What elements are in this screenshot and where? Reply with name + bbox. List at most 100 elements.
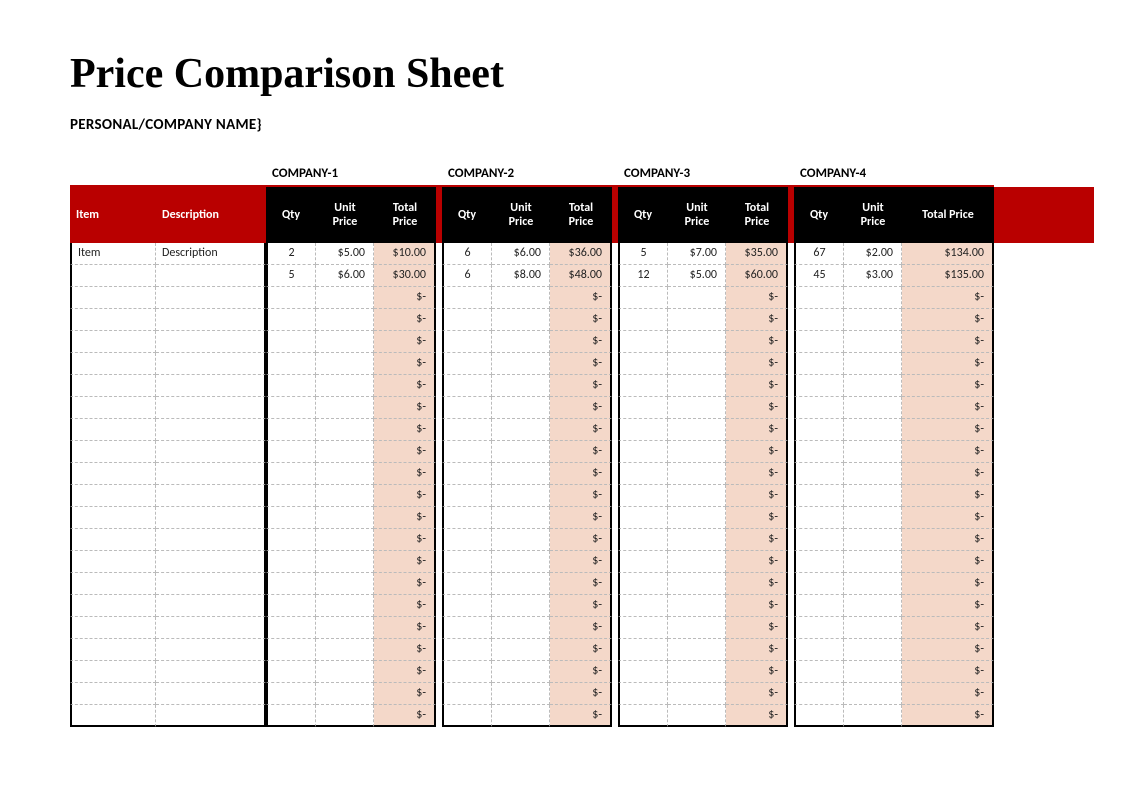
cell-qty[interactable] bbox=[442, 661, 492, 683]
cell-qty[interactable] bbox=[266, 419, 316, 441]
cell-qty[interactable] bbox=[794, 683, 844, 705]
cell-total-price[interactable]: $- bbox=[902, 375, 994, 397]
cell-total-price[interactable]: $- bbox=[726, 683, 788, 705]
cell-qty[interactable] bbox=[618, 573, 668, 595]
cell-total-price[interactable]: $- bbox=[726, 551, 788, 573]
cell-qty[interactable] bbox=[442, 287, 492, 309]
cell-qty[interactable] bbox=[266, 397, 316, 419]
cell-unit-price[interactable] bbox=[844, 639, 902, 661]
cell-total-price[interactable]: $- bbox=[726, 617, 788, 639]
cell-qty[interactable] bbox=[266, 507, 316, 529]
cell-unit-price[interactable] bbox=[668, 661, 726, 683]
cell-item[interactable] bbox=[70, 485, 156, 507]
cell-unit-price[interactable] bbox=[668, 331, 726, 353]
cell-unit-price[interactable] bbox=[492, 507, 550, 529]
cell-item[interactable]: Item bbox=[70, 243, 156, 265]
cell-item[interactable] bbox=[70, 595, 156, 617]
cell-item[interactable] bbox=[70, 507, 156, 529]
cell-qty[interactable] bbox=[266, 529, 316, 551]
cell-unit-price[interactable]: $6.00 bbox=[492, 243, 550, 265]
table-row[interactable]: $-$-$-$- bbox=[70, 661, 1094, 683]
cell-total-price[interactable]: $- bbox=[726, 397, 788, 419]
table-row[interactable]: ItemDescription2$5.00$10.006$6.00$36.005… bbox=[70, 243, 1094, 265]
cell-total-price[interactable]: $- bbox=[902, 441, 994, 463]
cell-total-price[interactable]: $- bbox=[550, 309, 612, 331]
cell-total-price[interactable]: $10.00 bbox=[374, 243, 436, 265]
cell-description[interactable] bbox=[156, 287, 266, 309]
cell-qty[interactable] bbox=[442, 573, 492, 595]
cell-unit-price[interactable] bbox=[668, 507, 726, 529]
cell-qty[interactable] bbox=[266, 309, 316, 331]
cell-qty[interactable] bbox=[618, 397, 668, 419]
cell-qty[interactable] bbox=[266, 353, 316, 375]
cell-total-price[interactable]: $- bbox=[374, 595, 436, 617]
cell-item[interactable] bbox=[70, 419, 156, 441]
cell-qty[interactable] bbox=[618, 705, 668, 727]
cell-qty[interactable] bbox=[794, 573, 844, 595]
cell-total-price[interactable]: $- bbox=[374, 419, 436, 441]
cell-qty[interactable] bbox=[442, 353, 492, 375]
cell-qty[interactable] bbox=[794, 309, 844, 331]
cell-unit-price[interactable] bbox=[844, 705, 902, 727]
cell-total-price[interactable]: $- bbox=[550, 287, 612, 309]
cell-qty[interactable] bbox=[266, 683, 316, 705]
cell-description[interactable] bbox=[156, 485, 266, 507]
cell-total-price[interactable]: $- bbox=[726, 353, 788, 375]
cell-unit-price[interactable] bbox=[492, 397, 550, 419]
cell-qty[interactable] bbox=[266, 661, 316, 683]
cell-unit-price[interactable] bbox=[668, 463, 726, 485]
cell-item[interactable] bbox=[70, 287, 156, 309]
cell-total-price[interactable]: $135.00 bbox=[902, 265, 994, 287]
cell-unit-price[interactable] bbox=[316, 705, 374, 727]
cell-unit-price[interactable] bbox=[844, 617, 902, 639]
cell-qty[interactable]: 67 bbox=[794, 243, 844, 265]
cell-unit-price[interactable]: $8.00 bbox=[492, 265, 550, 287]
cell-qty[interactable] bbox=[794, 507, 844, 529]
cell-unit-price[interactable] bbox=[844, 661, 902, 683]
cell-unit-price[interactable] bbox=[668, 485, 726, 507]
cell-total-price[interactable]: $- bbox=[374, 507, 436, 529]
cell-total-price[interactable]: $- bbox=[374, 397, 436, 419]
cell-total-price[interactable]: $- bbox=[374, 375, 436, 397]
cell-qty[interactable] bbox=[618, 463, 668, 485]
cell-unit-price[interactable] bbox=[844, 375, 902, 397]
cell-unit-price[interactable] bbox=[668, 353, 726, 375]
table-row[interactable]: $-$-$-$- bbox=[70, 507, 1094, 529]
cell-qty[interactable] bbox=[618, 507, 668, 529]
cell-qty[interactable] bbox=[442, 683, 492, 705]
cell-total-price[interactable]: $- bbox=[550, 331, 612, 353]
cell-item[interactable] bbox=[70, 661, 156, 683]
cell-unit-price[interactable] bbox=[316, 661, 374, 683]
cell-unit-price[interactable] bbox=[668, 419, 726, 441]
cell-unit-price[interactable] bbox=[316, 617, 374, 639]
cell-total-price[interactable]: $- bbox=[726, 529, 788, 551]
cell-unit-price[interactable] bbox=[492, 661, 550, 683]
cell-total-price[interactable]: $- bbox=[550, 397, 612, 419]
cell-total-price[interactable]: $- bbox=[902, 705, 994, 727]
cell-unit-price[interactable] bbox=[844, 485, 902, 507]
cell-item[interactable] bbox=[70, 353, 156, 375]
table-row[interactable]: $-$-$-$- bbox=[70, 595, 1094, 617]
cell-unit-price[interactable] bbox=[316, 397, 374, 419]
cell-unit-price[interactable] bbox=[668, 309, 726, 331]
cell-description[interactable] bbox=[156, 705, 266, 727]
cell-qty[interactable] bbox=[794, 661, 844, 683]
cell-total-price[interactable]: $- bbox=[374, 573, 436, 595]
cell-unit-price[interactable] bbox=[844, 529, 902, 551]
cell-unit-price[interactable] bbox=[316, 485, 374, 507]
cell-total-price[interactable]: $- bbox=[374, 529, 436, 551]
cell-total-price[interactable]: $- bbox=[550, 353, 612, 375]
cell-unit-price[interactable] bbox=[492, 573, 550, 595]
cell-description[interactable] bbox=[156, 419, 266, 441]
cell-unit-price[interactable] bbox=[492, 463, 550, 485]
cell-unit-price[interactable] bbox=[316, 573, 374, 595]
table-row[interactable]: $-$-$-$- bbox=[70, 463, 1094, 485]
cell-qty[interactable] bbox=[266, 375, 316, 397]
cell-total-price[interactable]: $- bbox=[902, 617, 994, 639]
table-row[interactable]: 5$6.00$30.006$8.00$48.0012$5.00$60.0045$… bbox=[70, 265, 1094, 287]
cell-total-price[interactable]: $- bbox=[902, 573, 994, 595]
cell-total-price[interactable]: $- bbox=[550, 705, 612, 727]
cell-total-price[interactable]: $- bbox=[374, 485, 436, 507]
cell-total-price[interactable]: $- bbox=[374, 617, 436, 639]
cell-total-price[interactable]: $- bbox=[902, 529, 994, 551]
